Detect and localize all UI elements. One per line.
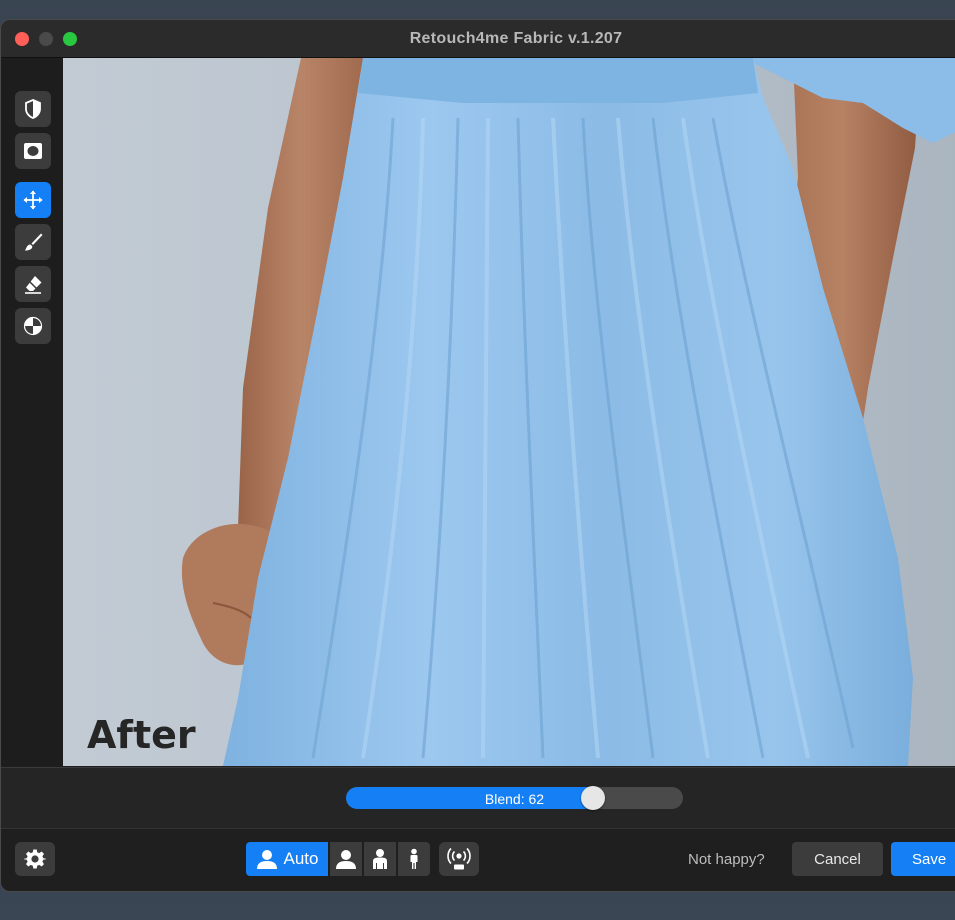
move-tool-button[interactable] bbox=[15, 182, 51, 218]
mask-icon bbox=[24, 143, 42, 159]
mode-selector: Auto bbox=[246, 842, 432, 876]
half-body-icon bbox=[373, 849, 387, 869]
mode-half-body-button[interactable] bbox=[364, 842, 396, 876]
portrait-icon bbox=[336, 850, 356, 869]
photo-preview: After bbox=[63, 58, 955, 766]
brush-icon bbox=[25, 233, 43, 251]
full-body-icon bbox=[410, 848, 418, 869]
title-bar: Retouch4me Fabric v.1.207 bbox=[1, 20, 955, 58]
app-window: Retouch4me Fabric v.1.207 After Blend: 6… bbox=[0, 19, 955, 892]
blend-panel: Blend: 62 bbox=[1, 767, 955, 828]
image-canvas[interactable]: After bbox=[63, 58, 955, 766]
eraser-tool-button[interactable] bbox=[15, 266, 51, 302]
blend-label: Blend: 62 bbox=[484, 791, 545, 807]
after-label: After bbox=[87, 713, 196, 757]
brush-tool-button[interactable] bbox=[15, 224, 51, 260]
cancel-button[interactable]: Cancel bbox=[792, 842, 883, 876]
window-title: Retouch4me Fabric v.1.207 bbox=[409, 30, 623, 47]
half-shield-icon bbox=[25, 99, 41, 119]
mode-auto-button[interactable]: Auto bbox=[246, 842, 328, 876]
mode-auto-label: Auto bbox=[283, 849, 319, 868]
move-arrows-icon bbox=[23, 190, 43, 210]
color-picker-tool-button[interactable] bbox=[15, 308, 51, 344]
mask-view-button[interactable] bbox=[15, 133, 51, 169]
blend-slider[interactable]: Blend: 62 bbox=[346, 787, 683, 809]
before-after-toggle-button[interactable] bbox=[15, 91, 51, 127]
live-broadcast-icon bbox=[447, 847, 471, 870]
mode-full-body-button[interactable] bbox=[398, 842, 430, 876]
tool-sidebar bbox=[1, 58, 63, 766]
live-preview-button[interactable] bbox=[439, 842, 479, 876]
bottom-bar: Auto Not happy? Cancel Save bbox=[1, 828, 955, 891]
blend-slider-knob[interactable] bbox=[581, 786, 605, 810]
save-button[interactable]: Save bbox=[891, 842, 955, 876]
not-happy-link[interactable]: Not happy? bbox=[688, 851, 765, 868]
person-portrait-icon bbox=[256, 850, 277, 869]
mode-portrait-button[interactable] bbox=[330, 842, 362, 876]
color-wheel-icon bbox=[23, 316, 43, 336]
gear-icon bbox=[24, 849, 46, 869]
settings-button[interactable] bbox=[15, 842, 55, 876]
eraser-icon bbox=[25, 276, 42, 294]
